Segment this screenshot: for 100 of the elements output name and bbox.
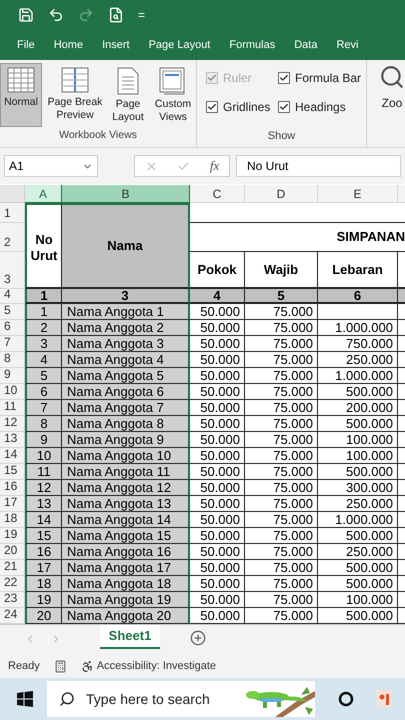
checkbox[interactable] xyxy=(278,72,290,84)
formula-field[interactable]: No Urut xyxy=(236,155,401,177)
ribbon-tab[interactable]: Home xyxy=(54,36,84,54)
table-cell: 250.000 xyxy=(318,496,398,512)
table-cell: 75.000 xyxy=(245,320,318,336)
row-header[interactable]: 3 xyxy=(0,252,25,289)
table-cell: 50.000 xyxy=(190,336,245,352)
row-header[interactable]: 6 xyxy=(0,320,25,336)
row-header[interactable]: 24 xyxy=(0,608,25,624)
accessibility-button[interactable]: Accessibility: Investigate xyxy=(80,658,216,674)
table-cell: 100.000 xyxy=(318,448,398,464)
search-field[interactable]: Type here to search xyxy=(47,681,315,717)
show-checkbox[interactable]: Gridlines xyxy=(206,98,278,116)
row-header[interactable]: 14 xyxy=(0,448,25,464)
ribbon-tab[interactable]: File xyxy=(17,36,35,54)
ribbon-tab[interactable]: Page Layout xyxy=(148,36,210,54)
table-cell: 1 xyxy=(25,304,62,320)
row-header[interactable]: 8 xyxy=(0,352,25,368)
row-header[interactable]: 5 xyxy=(0,304,25,320)
undo-icon[interactable] xyxy=(48,7,64,23)
row-header[interactable]: 20 xyxy=(0,544,25,560)
table-cell: 50.000 xyxy=(190,512,245,528)
table-cell: 4 xyxy=(25,352,62,368)
checkbox[interactable] xyxy=(206,101,218,113)
table-cell: 50.000 xyxy=(190,560,245,576)
table-cell: 15 xyxy=(25,528,62,544)
add-sheet-icon[interactable] xyxy=(190,630,206,646)
windows-logo-icon[interactable] xyxy=(17,691,33,707)
column-header[interactable]: B xyxy=(62,185,190,203)
column-header[interactable]: A xyxy=(25,185,62,203)
table-cell: Nama Anggota 20 xyxy=(62,608,190,624)
show-checkbox[interactable]: Formula Bar xyxy=(278,69,368,87)
row-header[interactable]: 10 xyxy=(0,384,25,400)
table-cell: 75.000 xyxy=(245,480,318,496)
row-header[interactable]: 13 xyxy=(0,432,25,448)
row-header[interactable]: 16 xyxy=(0,480,25,496)
name-box[interactable]: A1 xyxy=(4,155,98,177)
table-cell: 75.000 xyxy=(245,384,318,400)
row-header[interactable]: 1 xyxy=(0,203,25,223)
ribbon-tab[interactable]: Formulas xyxy=(229,36,276,54)
table-cell: Nama Anggota 7 xyxy=(62,400,190,416)
row-header[interactable]: 11 xyxy=(0,400,25,416)
table-cell: Nama Anggota 6 xyxy=(62,384,190,400)
view-button[interactable]: Custom Views xyxy=(150,63,196,127)
print-preview-icon[interactable] xyxy=(108,7,124,23)
table-cell: 9 xyxy=(25,432,62,448)
row-header[interactable]: 22 xyxy=(0,576,25,592)
row-header[interactable]: 17 xyxy=(0,496,25,512)
table-cell: 500.000 xyxy=(318,384,398,400)
checkbox[interactable] xyxy=(278,101,290,113)
view-button[interactable]: Page Break Preview xyxy=(44,63,106,127)
row-header[interactable]: 4 xyxy=(0,289,25,304)
table-cell: 19 xyxy=(25,592,62,608)
table-cell: 75.000 xyxy=(245,464,318,480)
column-header[interactable]: E xyxy=(318,185,398,203)
row-header[interactable]: 9 xyxy=(0,368,25,384)
view-button[interactable]: Page Layout xyxy=(108,63,148,127)
table-cell: 75.000 xyxy=(245,544,318,560)
zoom-button[interactable]: Zoo xyxy=(367,60,405,147)
table-cell: Nama Anggota 18 xyxy=(62,576,190,592)
grid-icon xyxy=(7,67,35,93)
cortana-icon[interactable] xyxy=(338,691,354,707)
row-header[interactable]: 18 xyxy=(0,512,25,528)
status-text: Ready xyxy=(8,658,40,674)
index-cell xyxy=(398,289,405,304)
table-cell: 50.000 xyxy=(190,368,245,384)
row-header[interactable]: 23 xyxy=(0,592,25,608)
table-cell: 75.000 xyxy=(245,512,318,528)
table-cell: Nama Anggota 10 xyxy=(62,448,190,464)
table-cell: 50.000 xyxy=(190,448,245,464)
ribbon-tab[interactable]: Data xyxy=(294,36,318,54)
row-header[interactable]: 19 xyxy=(0,528,25,544)
ribbon-tab[interactable]: Insert xyxy=(102,36,130,54)
table-cell: 75.000 xyxy=(245,496,318,512)
column-header[interactable]: C xyxy=(190,185,245,203)
table-cell: 3 xyxy=(25,336,62,352)
page-break-icon xyxy=(61,67,89,93)
table-cell: 16 xyxy=(25,544,62,560)
row-header[interactable]: 21 xyxy=(0,560,25,576)
row-header[interactable]: 7 xyxy=(0,336,25,352)
ribbon-tab[interactable]: Revi xyxy=(336,36,358,54)
table-cell: 1.000.000 xyxy=(318,320,398,336)
sheet-tab[interactable]: Sheet1 xyxy=(100,625,160,649)
row-header[interactable]: 15 xyxy=(0,464,25,480)
insert-function-button[interactable]: fx xyxy=(210,156,220,176)
table-cell: 50.000 xyxy=(190,480,245,496)
view-button[interactable]: Normal xyxy=(0,63,42,127)
group-label: Workbook Views xyxy=(59,128,137,144)
row-header[interactable]: 2 xyxy=(0,223,25,252)
customize-button[interactable]: = xyxy=(138,6,146,24)
column-header[interactable]: D xyxy=(245,185,318,203)
page-icon xyxy=(117,67,139,95)
save-icon[interactable] xyxy=(18,7,34,23)
table-cell: 6 xyxy=(25,384,62,400)
app-icon[interactable] xyxy=(376,690,392,708)
table-cell: 11 xyxy=(25,464,62,480)
row-header[interactable]: 12 xyxy=(0,416,25,432)
show-checkbox[interactable]: Headings xyxy=(278,98,368,116)
table-cell: 75.000 xyxy=(245,400,318,416)
table-cell: Nama Anggota 5 xyxy=(62,368,190,384)
